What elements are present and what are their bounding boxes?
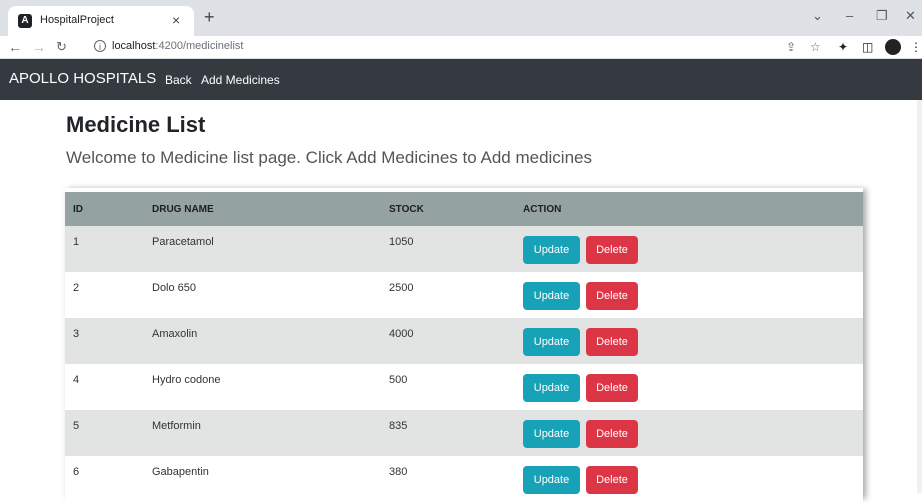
side-panel-icon[interactable]: ◫ — [862, 39, 873, 55]
page-scrollbar[interactable] — [917, 100, 922, 493]
cell-id: 6 — [73, 466, 80, 478]
table-row: 4 Hydro codone 500 Update Delete — [65, 364, 863, 410]
table-row: 1 Paracetamol 1050 Update Delete — [65, 226, 863, 272]
table-row: 2 Dolo 650 2500 Update Delete — [65, 272, 863, 318]
minimize-icon[interactable]: – — [846, 8, 853, 24]
cell-id: 4 — [73, 374, 80, 386]
header-id: ID — [73, 204, 83, 215]
delete-button[interactable]: Delete — [586, 282, 638, 310]
cell-drug-name: Metformin — [152, 420, 201, 432]
header-drug-name: DRUG NAME — [152, 204, 214, 215]
share-icon[interactable]: ⇪ — [786, 39, 796, 55]
update-button[interactable]: Update — [523, 374, 580, 402]
table-row: 3 Amaxolin 4000 Update Delete — [65, 318, 863, 364]
cell-stock: 380 — [389, 466, 408, 478]
welcome-text: Welcome to Medicine list page. Click Add… — [66, 148, 592, 167]
new-tab-icon[interactable]: + — [204, 8, 215, 26]
back-link[interactable]: Back — [165, 73, 192, 87]
cell-drug-name: Gabapentin — [152, 466, 209, 478]
add-medicines-link[interactable]: Add Medicines — [201, 73, 280, 87]
address-bar: ← → ↻ i localhost:4200/medicinelist ⇪ ☆ … — [0, 36, 922, 59]
cell-drug-name: Dolo 650 — [152, 282, 197, 294]
angular-favicon-icon: A — [18, 14, 32, 28]
cell-drug-name: Hydro codone — [152, 374, 221, 386]
bookmark-star-icon[interactable]: ☆ — [810, 39, 821, 55]
cell-stock: 4000 — [389, 328, 414, 340]
tab-title: HospitalProject — [40, 14, 114, 26]
cell-id: 5 — [73, 420, 80, 432]
tab-search-icon[interactable]: ⌄ — [812, 8, 823, 24]
table-row: 5 Metformin 835 Update Delete — [65, 410, 863, 456]
app-navbar: APOLLO HOSPITALS Back Add Medicines — [0, 59, 922, 100]
update-button[interactable]: Update — [523, 420, 580, 448]
update-button[interactable]: Update — [523, 282, 580, 310]
brand-link[interactable]: APOLLO HOSPITALS — [9, 70, 156, 87]
window-close-icon[interactable]: ✕ — [905, 8, 916, 24]
menu-kebab-icon[interactable]: ⋮ — [910, 39, 922, 55]
restore-icon[interactable]: ❐ — [876, 8, 888, 24]
cell-id: 1 — [73, 236, 80, 248]
extensions-puzzle-icon[interactable]: ✦ — [838, 39, 848, 55]
header-action: ACTION — [523, 204, 562, 215]
cell-stock: 2500 — [389, 282, 414, 294]
browser-tab-strip: A HospitalProject × + ⌄ – ❐ ✕ — [0, 0, 922, 36]
profile-avatar-icon[interactable] — [885, 39, 901, 55]
cell-drug-name: Paracetamol — [152, 236, 214, 248]
page-title: Medicine List — [66, 112, 206, 137]
delete-button[interactable]: Delete — [586, 236, 638, 264]
url-field[interactable]: localhost:4200/medicinelist — [112, 40, 243, 52]
site-info-icon[interactable]: i — [94, 40, 106, 52]
delete-button[interactable]: Delete — [586, 328, 638, 356]
tab-close-icon[interactable]: × — [172, 11, 180, 29]
delete-button[interactable]: Delete — [586, 466, 638, 494]
cell-id: 3 — [73, 328, 80, 340]
header-stock: STOCK — [389, 204, 424, 215]
table-header: ID DRUG NAME STOCK ACTION — [65, 192, 863, 226]
delete-button[interactable]: Delete — [586, 420, 638, 448]
forward-arrow-icon[interactable]: → — [32, 37, 46, 57]
reload-icon[interactable]: ↻ — [56, 37, 67, 57]
url-path: :4200/medicinelist — [155, 40, 244, 52]
browser-tab[interactable]: A HospitalProject × — [8, 6, 194, 36]
table-row: 6 Gabapentin 380 Update Delete — [65, 456, 863, 502]
update-button[interactable]: Update — [523, 466, 580, 494]
update-button[interactable]: Update — [523, 328, 580, 356]
cell-stock: 1050 — [389, 236, 414, 248]
cell-stock: 835 — [389, 420, 408, 432]
back-arrow-icon[interactable]: ← — [8, 37, 22, 57]
url-host: localhost — [112, 40, 156, 52]
delete-button[interactable]: Delete — [586, 374, 638, 402]
medicine-table: ID DRUG NAME STOCK ACTION 1 Paracetamol … — [65, 188, 863, 502]
cell-id: 2 — [73, 282, 80, 294]
update-button[interactable]: Update — [523, 236, 580, 264]
cell-stock: 500 — [389, 374, 408, 386]
cell-drug-name: Amaxolin — [152, 328, 198, 340]
